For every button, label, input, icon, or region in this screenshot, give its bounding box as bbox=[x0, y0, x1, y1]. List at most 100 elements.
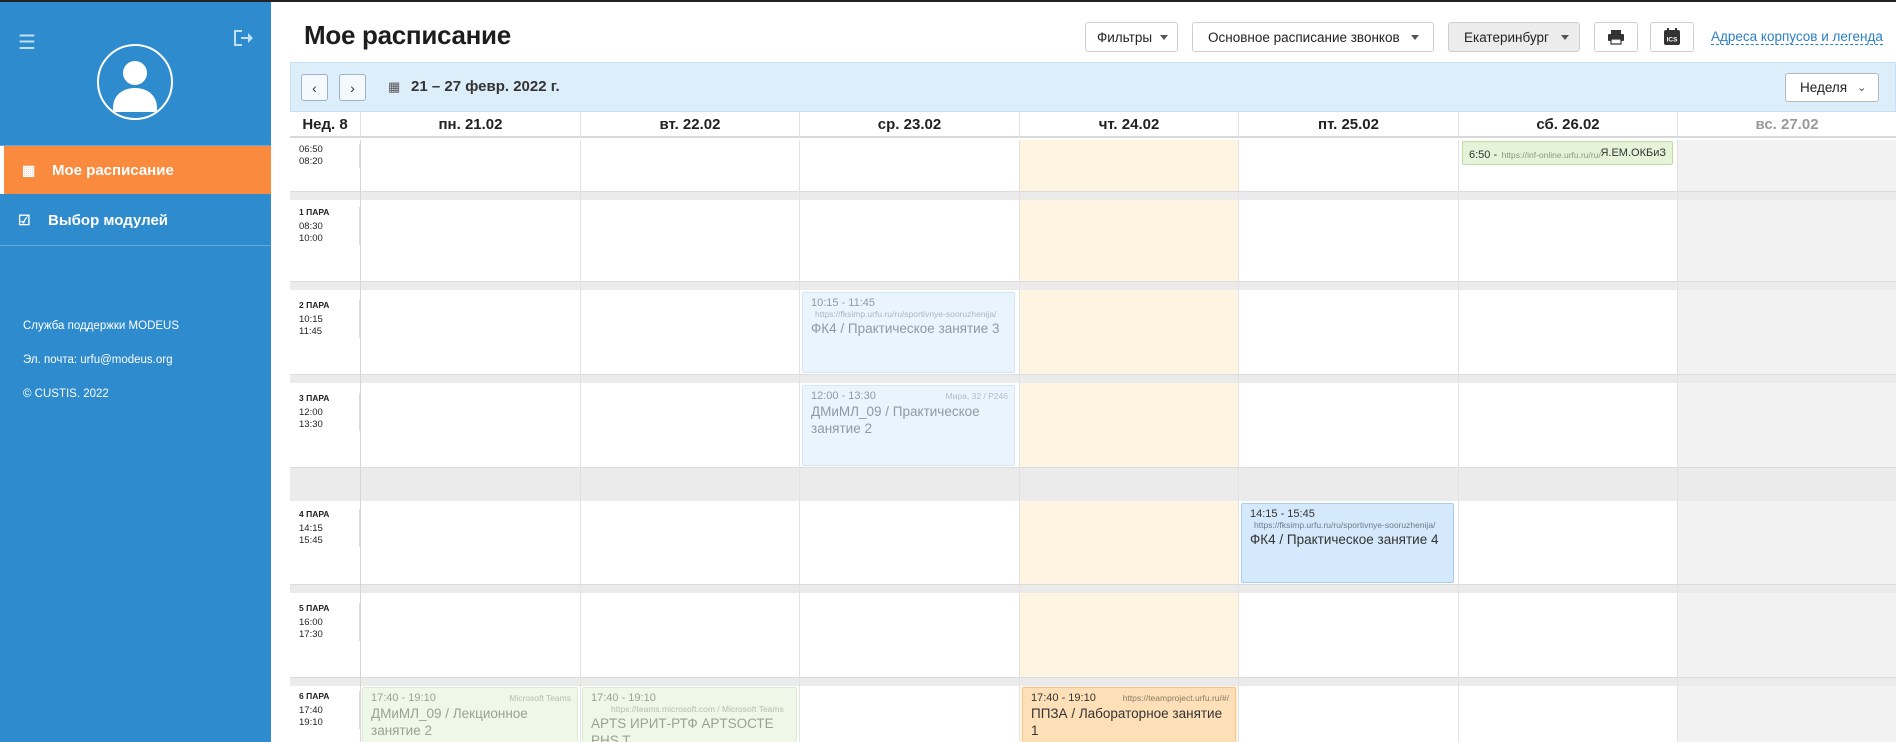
pair-label: 4 ПАРА bbox=[299, 509, 330, 519]
event-link[interactable]: https://fksimp.urfu.ru/ru/sportivnye-soo… bbox=[1250, 520, 1445, 530]
event-link[interactable]: https://teams.microsoft.com / Microsoft … bbox=[591, 704, 788, 714]
event-card[interactable]: 6:50 - https://inf-online.urfu.ru/ru/ Я.… bbox=[1462, 141, 1673, 165]
pair-label: 2 ПАРА bbox=[299, 300, 330, 310]
grid-row-line bbox=[290, 584, 1896, 585]
checkbox-icon: ☑ bbox=[18, 211, 31, 228]
day-header: пт. 25.02 bbox=[1239, 112, 1459, 138]
sidebar-item-module-selection[interactable]: ☑ Выбор модулей bbox=[0, 196, 271, 244]
window-top-border bbox=[0, 0, 1896, 2]
event-card[interactable]: 17:40 - 19:10 https://teamproject.urfu.r… bbox=[1022, 687, 1236, 742]
slot-end: 11:45 bbox=[299, 326, 323, 337]
print-button[interactable] bbox=[1594, 22, 1638, 52]
event-place: Мира, 32 / Р246 bbox=[945, 391, 1008, 401]
day-header: сб. 26.02 bbox=[1459, 112, 1678, 138]
slot-start: 12:00 bbox=[299, 407, 323, 418]
event-card[interactable]: 17:40 - 19:10 https://teams.microsoft.co… bbox=[582, 687, 797, 742]
city-dropdown[interactable]: Екатеринбург bbox=[1448, 22, 1580, 52]
grid-row-line bbox=[290, 191, 1896, 192]
event-card[interactable]: 12:00 - 13:30 Мира, 32 / Р246 ДМиМЛ_09 /… bbox=[802, 385, 1015, 466]
chevron-right-icon: › bbox=[350, 79, 355, 96]
row-gap bbox=[290, 282, 1896, 290]
event-link[interactable]: https://fksimp.urfu.ru/ru/sportivnye-soo… bbox=[811, 309, 1006, 319]
grid-row-line bbox=[290, 374, 1896, 375]
grid-col-line bbox=[1238, 140, 1239, 742]
caret-down-icon bbox=[1560, 34, 1569, 40]
event-title: ДМиМЛ_09 / Практическое занятие 2 bbox=[811, 404, 980, 436]
event-title: ФК4 / Практическое занятие 3 bbox=[811, 321, 1000, 336]
event-time: 14:15 - 15:45 bbox=[1250, 508, 1315, 520]
chevron-down-icon: ⌄ bbox=[1857, 82, 1867, 94]
city-label: Екатеринбург bbox=[1464, 29, 1549, 45]
support-email[interactable]: Эл. почта: urfu@modeus.org bbox=[23, 354, 173, 366]
slot-start: 06:50 bbox=[299, 144, 323, 155]
event-card[interactable]: 14:15 - 15:45 https://fksimp.urfu.ru/ru/… bbox=[1241, 503, 1454, 583]
date-range[interactable]: 21 – 27 февр. 2022 г. bbox=[411, 78, 560, 95]
menu-icon[interactable]: ☰ bbox=[18, 30, 36, 55]
pair-label: 6 ПАРА bbox=[299, 691, 330, 701]
event-card[interactable]: 17:40 - 19:10 Microsoft Teams ДМиМЛ_09 /… bbox=[362, 687, 578, 742]
user-icon bbox=[113, 61, 157, 112]
event-title: APTS ИРИТ-РТФ APTSОСТЕ PHS T... bbox=[591, 716, 774, 742]
event-link[interactable]: https://inf-online.urfu.ru/ru/ bbox=[1502, 150, 1601, 160]
today-column bbox=[1020, 140, 1239, 742]
bells-schedule-dropdown[interactable]: Основное расписание звонков bbox=[1192, 22, 1434, 52]
time-slot: 6 ПАРА 17:40 19:10 bbox=[290, 691, 360, 729]
row-gap bbox=[290, 585, 1896, 593]
day-header: вт. 22.02 bbox=[581, 112, 800, 138]
event-time: 6:50 - bbox=[1469, 149, 1498, 161]
grid-row-line bbox=[290, 281, 1896, 282]
slot-end: 13:30 bbox=[299, 419, 323, 430]
row-gap bbox=[290, 192, 1896, 200]
sidebar-item-my-schedule[interactable]: ▦ Мое расписание bbox=[0, 146, 271, 194]
next-week-button[interactable]: › bbox=[339, 74, 366, 101]
bells-schedule-label: Основное расписание звонков bbox=[1208, 29, 1400, 45]
week-number: Нед. 8 bbox=[290, 112, 361, 138]
slot-start: 08:30 bbox=[299, 221, 323, 232]
caret-down-icon bbox=[1410, 34, 1419, 40]
addresses-legend-link[interactable]: Адреса корпусов и легенда bbox=[1711, 29, 1883, 45]
event-time: 10:15 - 11:45 bbox=[811, 297, 876, 309]
calendar-icon: ▦ bbox=[388, 79, 401, 94]
ics-calendar-icon: ICS bbox=[1664, 28, 1680, 45]
filters-label: Фильтры bbox=[1097, 29, 1153, 45]
view-select-label: Неделя bbox=[1800, 80, 1848, 95]
support-label: Служба поддержки MODEUS bbox=[23, 320, 180, 332]
event-title: ППЗА / Лабораторное занятие 1 bbox=[1031, 706, 1223, 738]
day-header: чт. 24.02 bbox=[1020, 112, 1239, 138]
svg-text:ICS: ICS bbox=[1667, 37, 1679, 44]
schedule-grid: Нед. 8 пн. 21.02 вт. 22.02 ср. 23.02 чт.… bbox=[290, 112, 1896, 742]
slot-end: 15:45 bbox=[299, 535, 323, 546]
pair-label: 5 ПАРА bbox=[299, 603, 330, 613]
event-place: Microsoft Teams bbox=[509, 693, 571, 703]
prev-week-button[interactable]: ‹ bbox=[301, 74, 328, 101]
caret-down-icon bbox=[1160, 34, 1169, 40]
event-link[interactable]: https://teamproject.urfu.ru/#/ bbox=[1123, 693, 1229, 703]
grid-col-line bbox=[1019, 140, 1020, 742]
date-toolbar: ‹ › ▦ 21 – 27 февр. 2022 г. Неделя ⌄ bbox=[290, 62, 1896, 112]
avatar[interactable] bbox=[97, 44, 173, 120]
weekend-column bbox=[1678, 140, 1896, 742]
nav-divider bbox=[0, 245, 271, 246]
pair-label: 1 ПАРА bbox=[299, 207, 330, 217]
time-slot: 5 ПАРА 16:00 17:30 bbox=[290, 603, 360, 641]
row-gap bbox=[290, 678, 1896, 686]
logout-icon[interactable] bbox=[232, 28, 254, 48]
day-header: пн. 21.02 bbox=[361, 112, 581, 138]
filters-dropdown[interactable]: Фильтры bbox=[1085, 22, 1178, 52]
slot-end: 19:10 bbox=[299, 717, 323, 728]
view-select[interactable]: Неделя ⌄ bbox=[1785, 73, 1879, 102]
slot-start: 14:15 bbox=[299, 523, 323, 534]
time-slot: 06:50 08:20 bbox=[290, 144, 360, 168]
event-time: 17:40 - 19:10 bbox=[591, 692, 656, 704]
sidebar-item-label: Мое расписание bbox=[52, 161, 174, 179]
grid-col-line bbox=[580, 140, 581, 742]
chevron-left-icon: ‹ bbox=[312, 79, 317, 96]
event-title: ФК4 / Практическое занятие 4 bbox=[1250, 532, 1439, 547]
ics-export-button[interactable]: ICS bbox=[1650, 22, 1694, 52]
slot-start: 17:40 bbox=[299, 705, 323, 716]
event-card[interactable]: 10:15 - 11:45 https://fksimp.urfu.ru/ru/… bbox=[802, 292, 1015, 373]
time-slot: 3 ПАРА 12:00 13:30 bbox=[290, 393, 360, 431]
grid-col-line bbox=[799, 140, 800, 742]
time-slot: 1 ПАРА 08:30 10:00 bbox=[290, 207, 360, 245]
slot-start: 16:00 bbox=[299, 617, 323, 628]
